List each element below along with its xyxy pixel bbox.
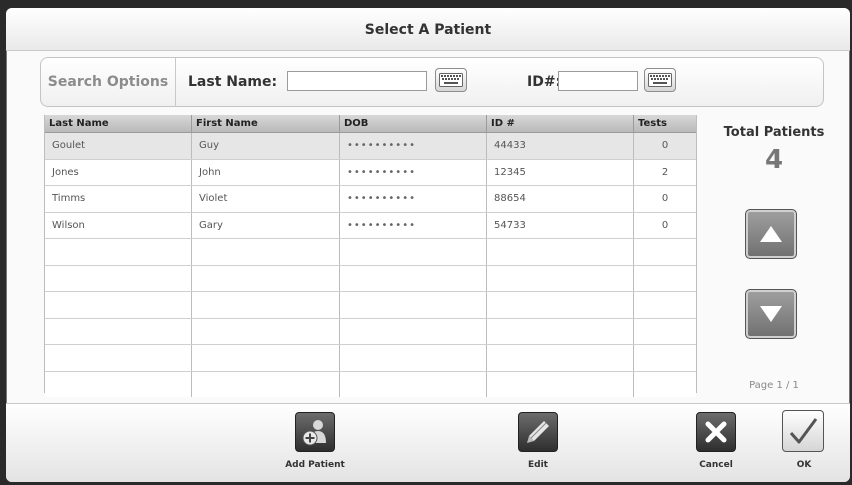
last-name-label: Last Name: xyxy=(188,74,278,90)
cell-first-name: Guy xyxy=(192,133,340,159)
id-input[interactable] xyxy=(558,71,638,91)
cell-id: 88654 xyxy=(487,186,634,212)
cell-dob: •••••••••• xyxy=(340,212,487,238)
column-header-last-name[interactable]: Last Name xyxy=(45,115,192,132)
search-options-label[interactable]: Search Options xyxy=(41,58,176,106)
search-bar: Search Options Last Name: ID#: xyxy=(40,57,824,107)
table-row[interactable]: Wilson Gary •••••••••• 54733 0 xyxy=(45,212,696,239)
checkmark-icon xyxy=(789,418,818,444)
cell-id: 54733 xyxy=(487,212,634,238)
cell-id: 44433 xyxy=(487,133,634,159)
add-patient-button[interactable] xyxy=(295,412,335,452)
dialog-title: Select A Patient xyxy=(6,8,850,51)
table-row[interactable]: Goulet Guy •••••••••• 44433 0 xyxy=(45,133,696,160)
empty-row xyxy=(45,292,696,319)
keyboard-icon[interactable] xyxy=(435,68,467,92)
empty-row xyxy=(45,265,696,292)
cell-last-name: Wilson xyxy=(45,212,192,238)
cell-dob: •••••••••• xyxy=(340,133,487,159)
id-label: ID#: xyxy=(527,74,562,90)
cell-tests: 2 xyxy=(661,166,669,178)
column-header-id[interactable]: ID # xyxy=(487,115,634,132)
patient-table: Last Name First Name DOB ID # Tests Goul… xyxy=(44,115,697,397)
cell-last-name: Jones xyxy=(45,159,192,185)
cell-tests: 0 xyxy=(661,193,669,204)
cell-first-name: Violet xyxy=(192,186,340,212)
cell-first-name: John xyxy=(192,159,340,185)
ok-label: OK xyxy=(796,460,812,470)
column-header-first-name[interactable]: First Name xyxy=(192,115,340,132)
total-patients-count: 4 xyxy=(764,145,784,175)
cell-last-name: Goulet xyxy=(45,133,192,159)
page-indicator: Page 1 / 1 xyxy=(749,380,799,391)
cell-first-name: Gary xyxy=(192,212,340,238)
add-person-icon xyxy=(302,420,326,446)
ok-button[interactable] xyxy=(782,410,824,452)
cell-last-name: Timms xyxy=(45,186,192,212)
table-row[interactable]: Jones John •••••••••• 12345 2 xyxy=(45,159,696,186)
cancel-button[interactable] xyxy=(696,412,736,452)
last-name-input[interactable] xyxy=(287,71,427,91)
total-patients-label: Total Patients xyxy=(723,125,825,140)
empty-row xyxy=(45,318,696,345)
x-icon xyxy=(705,421,727,443)
table-row[interactable]: Timms Violet •••••••••• 88654 0 xyxy=(45,186,696,213)
cell-dob: •••••••••• xyxy=(340,159,487,185)
cancel-label: Cancel xyxy=(699,460,733,470)
empty-row xyxy=(45,239,696,266)
edit-button[interactable] xyxy=(518,412,558,452)
edit-label: Edit xyxy=(528,460,548,470)
arrow-down-icon xyxy=(760,306,782,322)
column-header-tests[interactable]: Tests xyxy=(634,115,696,132)
pencil-icon xyxy=(527,421,549,443)
table-header: Last Name First Name DOB ID # Tests xyxy=(45,115,696,133)
cell-tests: 0 xyxy=(661,219,669,231)
cell-tests: 0 xyxy=(661,140,669,151)
cell-dob: •••••••••• xyxy=(340,186,487,212)
footer-toolbar: Add Patient Edit Cancel OK xyxy=(6,403,850,482)
arrow-up-icon xyxy=(760,226,782,242)
scroll-down-button[interactable] xyxy=(745,289,797,339)
empty-row xyxy=(45,371,696,397)
empty-row xyxy=(45,345,696,372)
column-header-dob[interactable]: DOB xyxy=(340,115,487,132)
add-patient-label: Add Patient xyxy=(285,460,345,470)
scroll-up-button[interactable] xyxy=(745,209,797,259)
keyboard-icon[interactable] xyxy=(644,68,676,92)
select-patient-dialog: Select A Patient Search Options Last Nam… xyxy=(6,8,850,482)
cell-id: 12345 xyxy=(487,159,634,185)
